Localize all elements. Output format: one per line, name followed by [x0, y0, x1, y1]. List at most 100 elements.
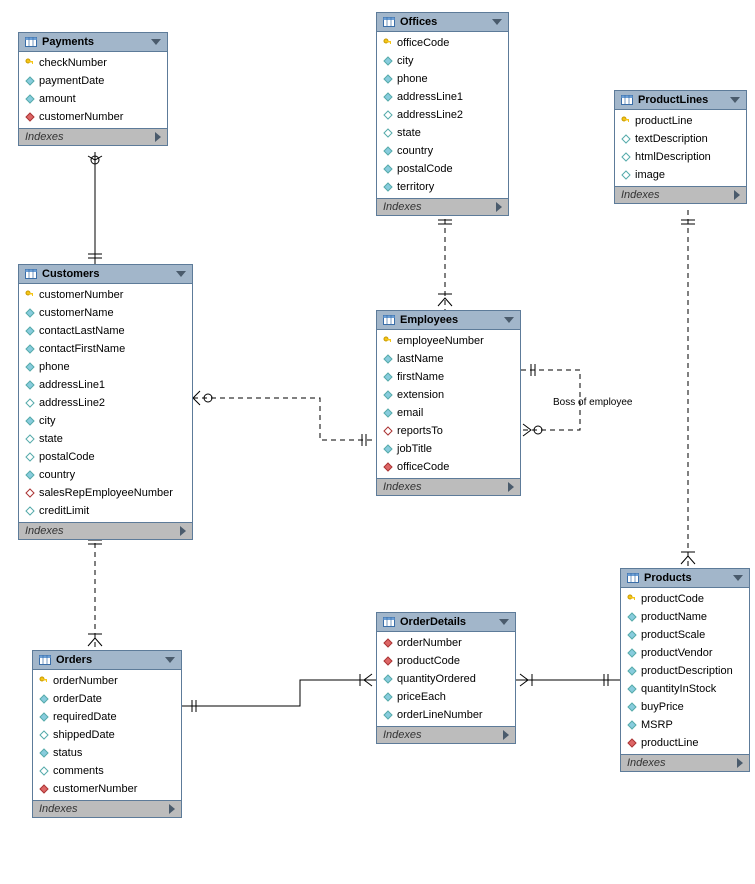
chevron-down-icon[interactable] — [504, 317, 514, 323]
entity-productlines[interactable]: ProductLines productLinetextDescriptionht… — [614, 90, 747, 204]
attribute-row[interactable]: amount — [19, 90, 167, 108]
chevron-right-icon[interactable] — [155, 132, 161, 142]
chevron-right-icon[interactable] — [508, 482, 514, 492]
attribute-name: productName — [641, 610, 707, 624]
attribute-row[interactable]: productScale — [621, 626, 749, 644]
entity-footer-indexes[interactable]: Indexes — [377, 478, 520, 495]
attribute-row[interactable]: quantityInStock — [621, 680, 749, 698]
entity-header[interactable]: Products — [621, 569, 749, 588]
entity-orderdetails[interactable]: OrderDetails orderNumberproductCodequanti… — [376, 612, 516, 744]
attribute-row[interactable]: employeeNumber — [377, 332, 520, 350]
chevron-down-icon[interactable] — [165, 657, 175, 663]
chevron-right-icon[interactable] — [180, 526, 186, 536]
entity-header[interactable]: ProductLines — [615, 91, 746, 110]
attribute-row[interactable]: priceEach — [377, 688, 515, 706]
entity-products[interactable]: Products productCode productName productSca… — [620, 568, 750, 772]
attribute-row[interactable]: productCode — [621, 590, 749, 608]
attribute-row[interactable]: city — [377, 52, 508, 70]
attribute-row[interactable]: shippedDate — [33, 726, 181, 744]
entity-footer-indexes[interactable]: Indexes — [377, 726, 515, 743]
attribute-row[interactable]: salesRepEmployeeNumber — [19, 484, 192, 502]
attribute-row[interactable]: officeCode — [377, 458, 520, 476]
entity-employees[interactable]: Employees employeeNumberlastNamefirstName… — [376, 310, 521, 496]
attribute-row[interactable]: status — [33, 744, 181, 762]
attribute-row[interactable]: addressLine1 — [19, 376, 192, 394]
attribute-row[interactable]: comments — [33, 762, 181, 780]
attribute-row[interactable]: orderNumber — [33, 672, 181, 690]
entity-payments[interactable]: Payments checkNumberpaymentDateamountcust… — [18, 32, 168, 146]
attribute-row[interactable]: orderNumber — [377, 634, 515, 652]
attribute-row[interactable]: image — [615, 166, 746, 184]
attribute-row[interactable]: htmlDescription — [615, 148, 746, 166]
attribute-row[interactable]: contactFirstName — [19, 340, 192, 358]
attribute-row[interactable]: buyPrice — [621, 698, 749, 716]
attribute-row[interactable]: textDescription — [615, 130, 746, 148]
attribute-row[interactable]: officeCode — [377, 34, 508, 52]
attribute-row[interactable]: quantityOrdered — [377, 670, 515, 688]
chevron-right-icon[interactable] — [496, 202, 502, 212]
attribute-row[interactable]: firstName — [377, 368, 520, 386]
entity-header[interactable]: Customers — [19, 265, 192, 284]
attribute-row[interactable]: productCode — [377, 652, 515, 670]
chevron-right-icon[interactable] — [503, 730, 509, 740]
attribute-row[interactable]: phone — [377, 70, 508, 88]
attribute-row[interactable]: productDescription — [621, 662, 749, 680]
chevron-down-icon[interactable] — [492, 19, 502, 25]
chevron-down-icon[interactable] — [730, 97, 740, 103]
entity-orders[interactable]: Orders orderNumberorderDaterequiredDatesh… — [32, 650, 182, 818]
chevron-down-icon[interactable] — [176, 271, 186, 277]
attribute-row[interactable]: reportsTo — [377, 422, 520, 440]
attribute-row[interactable]: productLine — [621, 734, 749, 752]
entity-header[interactable]: Offices — [377, 13, 508, 32]
attribute-row[interactable]: addressLine1 — [377, 88, 508, 106]
attribute-row[interactable]: territory — [377, 178, 508, 196]
entity-header[interactable]: OrderDetails — [377, 613, 515, 632]
attribute-row[interactable]: productVendor — [621, 644, 749, 662]
chevron-down-icon[interactable] — [151, 39, 161, 45]
attribute-row[interactable]: paymentDate — [19, 72, 167, 90]
entity-footer-indexes[interactable]: Indexes — [19, 522, 192, 539]
attribute-row[interactable]: customerNumber — [33, 780, 181, 798]
entity-footer-indexes[interactable]: Indexes — [377, 198, 508, 215]
attribute-row[interactable]: productName — [621, 608, 749, 626]
chevron-right-icon[interactable] — [737, 758, 743, 768]
attribute-row[interactable]: extension — [377, 386, 520, 404]
attribute-row[interactable]: addressLine2 — [19, 394, 192, 412]
attribute-row[interactable]: orderDate — [33, 690, 181, 708]
attribute-row[interactable]: state — [19, 430, 192, 448]
attribute-row[interactable]: checkNumber — [19, 54, 167, 72]
chevron-down-icon[interactable] — [499, 619, 509, 625]
attribute-row[interactable]: MSRP — [621, 716, 749, 734]
entity-footer-indexes[interactable]: Indexes — [33, 800, 181, 817]
entity-header[interactable]: Employees — [377, 311, 520, 330]
attribute-row[interactable]: customerNumber — [19, 286, 192, 304]
attribute-row[interactable]: addressLine2 — [377, 106, 508, 124]
entity-footer-indexes[interactable]: Indexes — [621, 754, 749, 771]
attribute-row[interactable]: orderLineNumber — [377, 706, 515, 724]
attribute-row[interactable]: country — [19, 466, 192, 484]
entity-footer-indexes[interactable]: Indexes — [19, 128, 167, 145]
attribute-row[interactable]: lastName — [377, 350, 520, 368]
attribute-row[interactable]: city — [19, 412, 192, 430]
entity-header[interactable]: Payments — [19, 33, 167, 52]
entity-offices[interactable]: Offices officeCodecityphoneaddressLine1ad… — [376, 12, 509, 216]
attribute-row[interactable]: email — [377, 404, 520, 422]
attribute-row[interactable]: productLine — [615, 112, 746, 130]
attribute-row[interactable]: state — [377, 124, 508, 142]
attribute-row[interactable]: customerName — [19, 304, 192, 322]
attribute-row[interactable]: contactLastName — [19, 322, 192, 340]
entity-footer-indexes[interactable]: Indexes — [615, 186, 746, 203]
chevron-right-icon[interactable] — [734, 190, 740, 200]
entity-customers[interactable]: CustomerscustomerNumbercustomerNameconta… — [18, 264, 193, 540]
chevron-down-icon[interactable] — [733, 575, 743, 581]
entity-header[interactable]: Orders — [33, 651, 181, 670]
attribute-row[interactable]: postalCode — [19, 448, 192, 466]
attribute-row[interactable]: creditLimit — [19, 502, 192, 520]
chevron-right-icon[interactable] — [169, 804, 175, 814]
attribute-row[interactable]: postalCode — [377, 160, 508, 178]
attribute-row[interactable]: requiredDate — [33, 708, 181, 726]
attribute-row[interactable]: jobTitle — [377, 440, 520, 458]
attribute-row[interactable]: phone — [19, 358, 192, 376]
attribute-row[interactable]: customerNumber — [19, 108, 167, 126]
attribute-row[interactable]: country — [377, 142, 508, 160]
